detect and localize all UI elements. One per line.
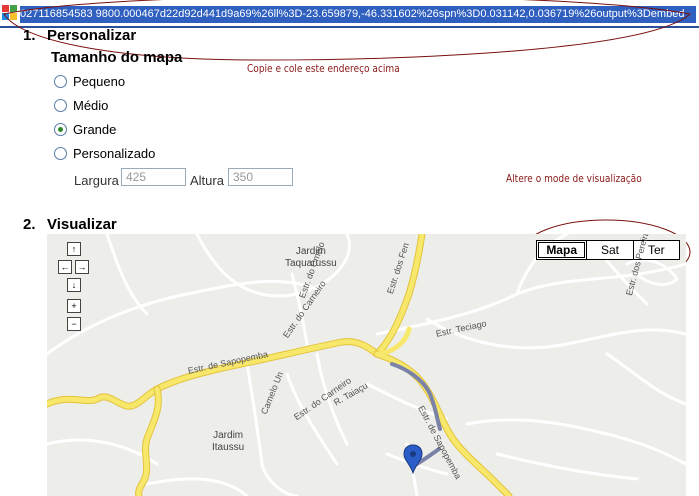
- pan-up-button[interactable]: ↑: [67, 242, 81, 256]
- section-2-title: Visualizar: [47, 216, 117, 233]
- pan-left-button[interactable]: ←: [58, 260, 72, 274]
- radio-label: Médio: [73, 98, 109, 113]
- radio-custom[interactable]: Personalizado: [54, 145, 155, 163]
- radio-small[interactable]: Pequeno: [54, 73, 125, 91]
- zoom-out-button[interactable]: −: [67, 317, 81, 331]
- map-preview[interactable]: ↑ ← → ↓ + − Mapa Sat Ter Jardim Taquarus…: [47, 234, 686, 496]
- map-tiles: [47, 234, 686, 496]
- pan-down-button[interactable]: ↓: [67, 278, 81, 292]
- radio-medium[interactable]: Médio: [54, 97, 108, 115]
- place-label-itaussu: Jardim Itaussu: [212, 430, 245, 453]
- zoom-in-button[interactable]: +: [67, 299, 81, 313]
- section-1-number: 1.: [23, 27, 36, 44]
- url-text-selected[interactable]: 027116854583 9800.000467d22d92d441d9a69%…: [20, 6, 696, 23]
- annotation-view-hint: Altere o mode de visualização: [506, 172, 642, 185]
- radio-circle[interactable]: [54, 99, 67, 113]
- pan-right-button[interactable]: →: [75, 260, 89, 274]
- radio-label: Personalizado: [73, 146, 156, 161]
- map-type-sat[interactable]: Sat: [586, 241, 632, 259]
- map-marker-icon[interactable]: [403, 444, 423, 474]
- width-input[interactable]: 425: [121, 168, 186, 186]
- section-1-title: Personalizar: [47, 27, 137, 44]
- width-label: Largura: [74, 173, 119, 188]
- radio-circle-checked[interactable]: [54, 123, 67, 137]
- map-size-title: Tamanho do mapa: [51, 49, 183, 66]
- radio-circle[interactable]: [54, 75, 67, 89]
- radio-large[interactable]: Grande: [54, 121, 116, 139]
- map-type-control[interactable]: Mapa Sat Ter: [536, 240, 680, 260]
- radio-label: Pequeno: [73, 74, 126, 89]
- google-favicon-icon: [2, 5, 17, 20]
- height-input[interactable]: 350: [228, 168, 293, 186]
- annotation-copy-hint: Copie e cole este endereço acima: [247, 62, 400, 75]
- section-2-number: 2.: [23, 216, 36, 233]
- radio-label: Grande: [73, 122, 117, 137]
- height-label: Altura: [190, 173, 224, 188]
- radio-circle[interactable]: [54, 147, 67, 161]
- map-type-mapa[interactable]: Mapa: [538, 242, 586, 258]
- url-bar[interactable]: 027116854583 9800.000467d22d92d441d9a69%…: [0, 0, 699, 28]
